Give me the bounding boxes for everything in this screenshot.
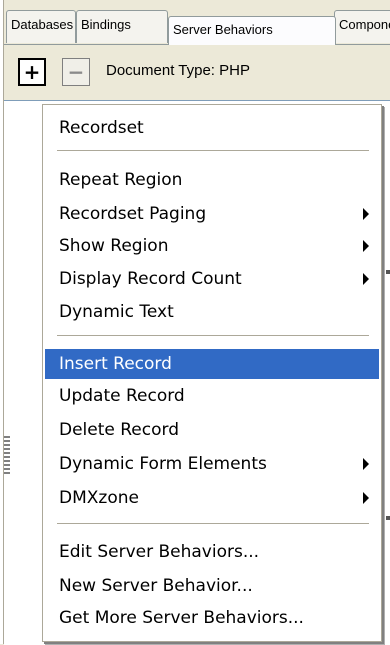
menu-item-edit-server-behaviors[interactable]: Edit Server Behaviors... xyxy=(45,537,379,567)
menu-item-label: Dynamic Text xyxy=(59,302,174,322)
menu-item-label: Repeat Region xyxy=(59,170,183,190)
resize-grip[interactable] xyxy=(4,436,10,476)
plus-icon: + xyxy=(23,60,41,84)
menu-item-label: Show Region xyxy=(59,236,169,256)
menu-item-label: Delete Record xyxy=(59,420,179,440)
menu-item-display-record-count[interactable]: Display Record Count xyxy=(45,264,379,294)
submenu-arrow-icon xyxy=(363,208,369,220)
add-behavior-menu: Recordset Repeat Region Recordset Paging… xyxy=(42,104,382,642)
menu-separator xyxy=(57,335,369,336)
menu-item-dmxzone[interactable]: DMXzone xyxy=(45,483,379,513)
edge-mark xyxy=(386,516,390,520)
menu-item-update-record[interactable]: Update Record xyxy=(45,381,379,411)
add-behavior-button[interactable]: + xyxy=(18,58,46,86)
menu-item-label: Edit Server Behaviors... xyxy=(59,542,260,562)
menu-item-repeat-region[interactable]: Repeat Region xyxy=(45,165,379,195)
menu-separator xyxy=(57,150,369,151)
menu-item-label: DMXzone xyxy=(59,488,139,508)
menu-item-dynamic-form-elements[interactable]: Dynamic Form Elements xyxy=(45,449,379,479)
document-type-label: Document Type: PHP xyxy=(106,62,250,79)
menu-item-delete-record[interactable]: Delete Record xyxy=(45,415,379,445)
menu-item-label: Display Record Count xyxy=(59,269,242,289)
menu-item-label: Insert Record xyxy=(59,354,172,374)
menu-item-dynamic-text[interactable]: Dynamic Text xyxy=(45,297,379,327)
tab-components[interactable]: Components xyxy=(334,10,390,43)
submenu-arrow-icon xyxy=(363,458,369,470)
menu-item-recordset-paging[interactable]: Recordset Paging xyxy=(45,199,379,229)
minus-icon: − xyxy=(67,60,85,84)
menu-separator xyxy=(57,523,369,524)
menu-item-label: Get More Server Behaviors... xyxy=(59,608,304,628)
tab-server-behaviors[interactable]: Server Behaviors xyxy=(168,16,336,45)
menu-item-insert-record[interactable]: Insert Record xyxy=(45,349,379,379)
menu-item-new-server-behavior[interactable]: New Server Behavior... xyxy=(45,571,379,601)
submenu-arrow-icon xyxy=(363,240,369,252)
menu-item-label: Recordset Paging xyxy=(59,204,207,224)
edge-mark xyxy=(386,270,390,274)
submenu-arrow-icon xyxy=(363,492,369,504)
menu-item-label: Recordset xyxy=(59,118,144,138)
menu-item-get-more-server-behaviors[interactable]: Get More Server Behaviors... xyxy=(45,603,379,633)
tab-bindings[interactable]: Bindings xyxy=(76,10,168,43)
menu-item-label: New Server Behavior... xyxy=(59,576,253,596)
menu-item-label: Dynamic Form Elements xyxy=(59,454,267,474)
tab-databases[interactable]: Databases xyxy=(6,10,76,43)
menu-item-show-region[interactable]: Show Region xyxy=(45,231,379,261)
submenu-arrow-icon xyxy=(363,273,369,285)
remove-behavior-button[interactable]: − xyxy=(62,58,90,86)
menu-item-label: Update Record xyxy=(59,386,185,406)
menu-item-recordset[interactable]: Recordset xyxy=(45,113,379,143)
